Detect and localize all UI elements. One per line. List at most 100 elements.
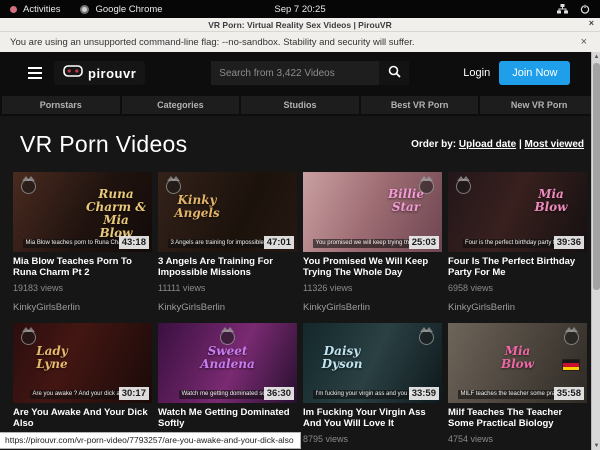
duration-badge: 35:58 <box>554 387 584 400</box>
video-card[interactable]: Daisy DysonI'm fucking your virgin ass a… <box>303 323 442 450</box>
window-close-icon[interactable]: × <box>589 18 594 28</box>
window-title: VR Porn: Virtual Reality Sex Videos | Pi… <box>208 20 391 30</box>
thumbnail-overlay-name: Billie Star <box>375 188 437 214</box>
video-title[interactable]: Milf Teaches The Teacher Some Practical … <box>448 407 587 429</box>
duration-badge: 33:59 <box>409 387 439 400</box>
video-thumbnail[interactable]: Sweet Analena Watch me getting dominated … <box>158 323 297 403</box>
site-header: pirouvr Login Join Now <box>0 52 600 94</box>
video-views: 11111 views <box>158 283 297 293</box>
warning-text: You are using an unsupported command-lin… <box>10 37 578 48</box>
video-card[interactable]: Runa Charm & Mia BlowMia Blow teaches po… <box>13 172 152 313</box>
studio-cat-mask-icon <box>564 330 579 345</box>
video-card[interactable]: Mia BlowMILF teaches the teacher some pr… <box>448 323 587 450</box>
studio-cat-mask-icon <box>21 179 36 194</box>
status-url-bubble: https://pirouvr.com/vr-porn-video/779325… <box>0 432 301 449</box>
video-title[interactable]: 3 Angels Are Training For Impossible Mis… <box>158 256 297 278</box>
window-title-bar: VR Porn: Virtual Reality Sex Videos | Pi… <box>0 18 600 31</box>
video-title[interactable]: Watch Me Getting Dominated Softly <box>158 407 297 429</box>
video-grid: Runa Charm & Mia BlowMia Blow teaches po… <box>0 172 600 450</box>
video-title[interactable]: You Promised We Will Keep Trying The Who… <box>303 256 442 278</box>
join-now-button[interactable]: Join Now <box>499 61 570 85</box>
video-studio-link[interactable]: KinkyGirlsBerlin <box>303 302 442 313</box>
thumbnail-overlay-name: Kinky Angels <box>166 194 228 220</box>
nav-item-categories[interactable]: Categories <box>122 96 240 114</box>
video-thumbnail[interactable]: Runa Charm & Mia BlowMia Blow teaches po… <box>13 172 152 252</box>
system-menu-bar: Activities Google Chrome Sep 7 20:25 <box>0 0 600 18</box>
studio-cat-mask-icon <box>166 179 181 194</box>
video-thumbnail[interactable]: Mia BlowFour is the perfect birthday par… <box>448 172 587 252</box>
search-bar <box>211 61 409 85</box>
site-logo[interactable]: pirouvr <box>54 61 145 85</box>
thumbnail-overlay-name: Lady Lyne <box>21 345 83 371</box>
app-menu-button[interactable]: Google Chrome <box>95 4 162 15</box>
studio-cat-mask-icon <box>419 330 434 345</box>
video-views: 4754 views <box>448 434 587 444</box>
video-views: 19183 views <box>13 283 152 293</box>
video-thumbnail[interactable]: Kinky Angels3 Angels are training for im… <box>158 172 297 252</box>
thumbnail-overlay-name: Mia Blow <box>487 345 549 371</box>
video-title[interactable]: Im Fucking Your Virgin Ass And You Will … <box>303 407 442 429</box>
order-by-upload-date-link[interactable]: Upload date <box>459 139 516 150</box>
page-title: VR Porn Videos <box>20 131 187 158</box>
video-studio-link[interactable]: KinkyGirlsBerlin <box>448 302 587 313</box>
search-icon <box>388 65 401 81</box>
order-by-most-viewed-link[interactable]: Most viewed <box>525 139 584 150</box>
thumbnail-overlay-name: Runa Charm & Mia Blow <box>85 188 147 240</box>
video-views: 11326 views <box>303 283 442 293</box>
hamburger-menu-icon[interactable] <box>28 67 42 79</box>
video-thumbnail[interactable]: Lady LyneAre you awake ? And your dick a… <box>13 323 152 403</box>
order-by-separator: | <box>519 139 522 150</box>
main-nav: Pornstars Categories Studios Best VR Por… <box>0 94 600 116</box>
thumbnail-overlay-name: Mia Blow <box>520 188 582 214</box>
thumbnail-caption: Watch me getting dominated softly <box>179 390 277 399</box>
video-studio-link[interactable]: KinkyGirlsBerlin <box>13 302 152 313</box>
studio-cat-mask-icon <box>456 179 471 194</box>
studio-cat-mask-icon <box>21 330 36 345</box>
nav-item-pornstars[interactable]: Pornstars <box>2 96 120 114</box>
video-title[interactable]: Mia Blow Teaches Porn To Runa Charm Pt 2 <box>13 256 152 278</box>
video-studio-link[interactable]: KinkyGirlsBerlin <box>158 302 297 313</box>
thumbnail-overlay-name: Sweet Analena <box>197 345 259 371</box>
search-input[interactable] <box>211 61 379 85</box>
video-thumbnail[interactable]: Mia BlowMILF teaches the teacher some pr… <box>448 323 587 403</box>
chrome-warning-bar: You are using an unsupported command-lin… <box>0 31 600 52</box>
order-by-label: Order by: <box>411 139 456 150</box>
network-icon[interactable] <box>557 4 568 14</box>
logo-text: pirouvr <box>88 66 136 81</box>
video-card[interactable]: Billie StarYou promised we will keep try… <box>303 172 442 313</box>
scrollbar[interactable]: ▲ ▼ <box>591 52 600 450</box>
studio-cat-mask-icon <box>220 330 235 345</box>
power-icon[interactable] <box>580 4 590 14</box>
video-card[interactable]: Sweet Analena Watch me getting dominated … <box>158 323 297 450</box>
nav-item-best-vr-porn[interactable]: Best VR Porn <box>361 96 479 114</box>
duration-badge: 43:18 <box>119 236 149 249</box>
duration-badge: 47:01 <box>264 236 294 249</box>
activities-button[interactable]: Activities <box>23 4 60 15</box>
search-button[interactable] <box>379 61 409 85</box>
order-by: Order by: Upload date | Most viewed <box>411 139 584 150</box>
video-card[interactable]: Mia BlowFour is the perfect birthday par… <box>448 172 587 313</box>
video-title[interactable]: Are You Awake And Your Dick Also <box>13 407 152 429</box>
video-views: 6958 views <box>448 283 587 293</box>
chrome-app-icon <box>80 5 89 14</box>
browser-viewport: pirouvr Login Join Now Pornstars Categor… <box>0 52 600 450</box>
video-thumbnail[interactable]: Daisy DysonI'm fucking your virgin ass a… <box>303 323 442 403</box>
video-card[interactable]: Lady LyneAre you awake ? And your dick a… <box>13 323 152 450</box>
scrollbar-up-icon[interactable]: ▲ <box>592 52 600 61</box>
video-card[interactable]: Kinky Angels3 Angels are training for im… <box>158 172 297 313</box>
activities-indicator-icon <box>10 6 17 13</box>
video-title[interactable]: Four Is The Perfect Birthday Party For M… <box>448 256 587 278</box>
vr-goggles-icon <box>63 64 83 82</box>
scrollbar-down-icon[interactable]: ▼ <box>592 441 600 450</box>
scrollbar-thumb[interactable] <box>593 63 600 290</box>
login-link[interactable]: Login <box>463 67 490 79</box>
warning-close-icon[interactable]: × <box>578 36 590 48</box>
page-head: VR Porn Videos Order by: Upload date | M… <box>0 116 600 172</box>
duration-badge: 39:36 <box>554 236 584 249</box>
nav-item-studios[interactable]: Studios <box>241 96 359 114</box>
duration-badge: 36:30 <box>264 387 294 400</box>
video-thumbnail[interactable]: Billie StarYou promised we will keep try… <box>303 172 442 252</box>
thumbnail-overlay-name: Daisy Dyson <box>311 345 373 371</box>
nav-item-new-vr-porn[interactable]: New VR Porn <box>480 96 598 114</box>
german-flag-icon <box>562 359 580 371</box>
